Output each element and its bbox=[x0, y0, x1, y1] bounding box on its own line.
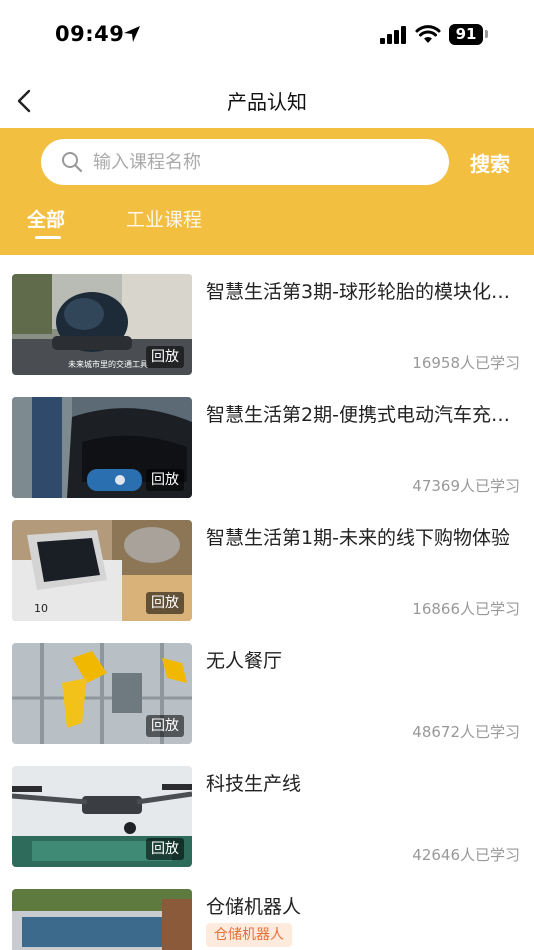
search-icon bbox=[62, 152, 83, 173]
course-title: 科技生产线 bbox=[206, 773, 302, 795]
status-bar: 09:49 91 bbox=[0, 0, 534, 70]
status-time: 09:49 bbox=[55, 22, 125, 46]
search-button[interactable]: 搜索 bbox=[470, 148, 510, 177]
course-item[interactable]: 回放 无人餐厅 48672人已学习 bbox=[0, 624, 534, 747]
location-arrow-icon bbox=[124, 26, 140, 42]
course-thumbnail: 未来城市里的交通工具 回放 bbox=[12, 274, 192, 375]
svg-text:10: 10 bbox=[34, 602, 48, 615]
course-title: 无人餐厅 bbox=[206, 650, 283, 672]
course-thumbnail: 回放 bbox=[12, 397, 192, 498]
battery-level: 91 bbox=[449, 24, 483, 45]
course-title: 智慧生活第1期-未来的线下购物体验 bbox=[206, 527, 510, 549]
course-thumbnail bbox=[12, 889, 192, 950]
course-thumbnail: 回放 bbox=[12, 643, 192, 744]
course-title: 智慧生活第3期-球形轮胎的模块化设计 bbox=[206, 281, 518, 303]
search-header: 搜索 全部 工业课程 bbox=[0, 128, 534, 255]
tab-all[interactable]: 全部 bbox=[27, 205, 65, 232]
course-item[interactable]: 回放 科技生产线 42646人已学习 bbox=[0, 747, 534, 870]
course-thumbnail: 10 回放 bbox=[12, 520, 192, 621]
course-item[interactable]: 回放 智慧生活第2期-便携式电动汽车充电器 47369人已学习 bbox=[0, 378, 534, 501]
battery-tip bbox=[485, 30, 488, 38]
category-tag: 仓储机器人 bbox=[206, 923, 292, 947]
course-item[interactable]: 仓储机器人 仓储机器人 bbox=[0, 870, 534, 950]
course-list: 未来城市里的交通工具 回放 智慧生活第3期-球形轮胎的模块化设计 16958人已… bbox=[0, 255, 534, 950]
course-item[interactable]: 10 回放 智慧生活第1期-未来的线下购物体验 16866人已学习 bbox=[0, 501, 534, 624]
search-input[interactable] bbox=[93, 139, 433, 185]
learner-count: 48672人已学习 bbox=[412, 723, 520, 741]
replay-badge: 回放 bbox=[146, 346, 184, 368]
learner-count: 47369人已学习 bbox=[412, 477, 520, 495]
nav-bar: 产品认知 bbox=[0, 70, 534, 128]
course-title: 仓储机器人 bbox=[206, 896, 302, 918]
search-box[interactable] bbox=[41, 139, 449, 185]
learner-count: 16958人已学习 bbox=[412, 354, 520, 372]
wifi-icon bbox=[415, 25, 441, 43]
course-thumbnail: 回放 bbox=[12, 766, 192, 867]
learner-count: 16866人已学习 bbox=[412, 600, 520, 618]
page-title: 产品认知 bbox=[227, 90, 307, 114]
replay-badge: 回放 bbox=[146, 838, 184, 860]
thumbnail-caption: 未来城市里的交通工具 bbox=[68, 360, 148, 369]
learner-count: 42646人已学习 bbox=[412, 846, 520, 864]
replay-badge: 回放 bbox=[146, 715, 184, 737]
course-title: 智慧生活第2期-便携式电动汽车充电器 bbox=[206, 404, 518, 426]
active-tab-indicator bbox=[35, 236, 61, 239]
cellular-signal-icon bbox=[380, 26, 406, 44]
course-item[interactable]: 未来城市里的交通工具 回放 智慧生活第3期-球形轮胎的模块化设计 16958人已… bbox=[0, 255, 534, 378]
replay-badge: 回放 bbox=[146, 592, 184, 614]
replay-badge: 回放 bbox=[146, 469, 184, 491]
tab-industrial-courses[interactable]: 工业课程 bbox=[126, 205, 202, 232]
